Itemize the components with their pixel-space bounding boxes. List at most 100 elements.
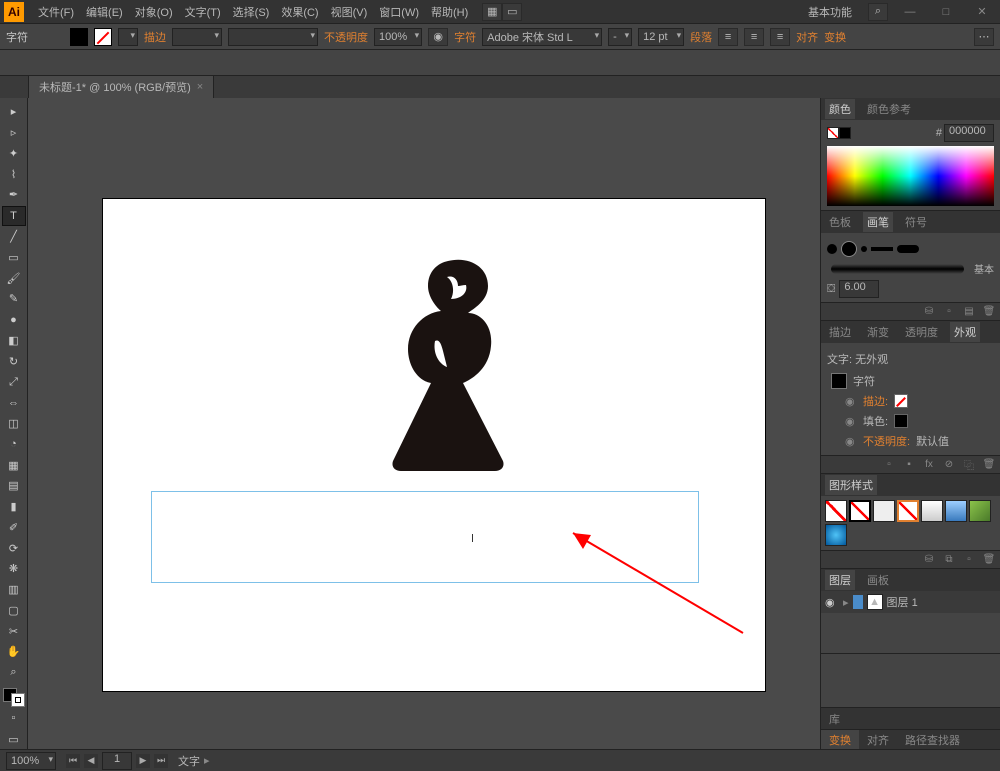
- eyedropper-tool[interactable]: ✐: [2, 518, 26, 538]
- paintbrush-tool[interactable]: 🖌: [2, 268, 26, 288]
- brush-line[interactable]: [871, 247, 893, 251]
- brush-list[interactable]: [827, 237, 994, 261]
- menu-help[interactable]: 帮助(H): [425, 4, 474, 20]
- pencil-tool[interactable]: ✎: [2, 289, 26, 309]
- symbol-sprayer-tool[interactable]: ❋: [2, 559, 26, 579]
- direct-selection-tool[interactable]: ▹: [2, 123, 26, 143]
- next-artboard-icon[interactable]: ▶: [136, 754, 150, 768]
- gs-trash-icon[interactable]: 🗑: [982, 553, 996, 567]
- free-transform-tool[interactable]: ◫: [2, 414, 26, 434]
- fill-stroke-control[interactable]: [3, 688, 25, 708]
- font-family-dropdown[interactable]: Adobe 宋体 Std L: [482, 28, 602, 46]
- brush-preview[interactable]: [831, 264, 964, 274]
- panel-options-icon[interactable]: ▤: [962, 305, 976, 319]
- workspace-switcher[interactable]: 基本功能: [800, 4, 860, 20]
- graph-tool[interactable]: ▥: [2, 580, 26, 600]
- trash-icon[interactable]: 🗑: [982, 458, 996, 472]
- brush-size-input[interactable]: 6.00: [839, 280, 879, 298]
- style-8[interactable]: [825, 524, 847, 546]
- status-dropdown-icon[interactable]: ▸: [204, 754, 210, 767]
- appearance-stroke-link[interactable]: 描边:: [863, 393, 888, 409]
- panel-new-icon[interactable]: ▫: [942, 305, 956, 319]
- color-tab[interactable]: 颜色: [825, 99, 855, 119]
- add-fill-icon[interactable]: ▪: [902, 458, 916, 472]
- opacity-label[interactable]: 不透明度: [324, 29, 368, 45]
- symbols-tab[interactable]: 符号: [901, 212, 931, 232]
- artboards-tab[interactable]: 画板: [863, 570, 893, 590]
- window-maximize-icon[interactable]: □: [932, 4, 960, 20]
- menu-effect[interactable]: 效果(C): [275, 4, 324, 20]
- appearance-subtab[interactable]: 外观: [950, 322, 980, 342]
- mesh-tool[interactable]: ▤: [2, 476, 26, 496]
- character-panel-link[interactable]: 字符: [6, 29, 28, 45]
- stroke-weight-dropdown[interactable]: [172, 28, 222, 46]
- menu-object[interactable]: 对象(O): [129, 4, 179, 20]
- slice-tool[interactable]: ✂: [2, 621, 26, 641]
- style-4[interactable]: [897, 500, 919, 522]
- align-center-icon[interactable]: ≡: [744, 28, 764, 46]
- brush-oval[interactable]: [897, 245, 919, 253]
- appearance-fill-swatch[interactable]: [894, 414, 908, 428]
- color-spectrum[interactable]: [827, 146, 994, 206]
- style-3[interactable]: [873, 500, 895, 522]
- pen-tool[interactable]: ✒: [2, 185, 26, 205]
- brush-medium-dot[interactable]: [841, 241, 857, 257]
- menu-select[interactable]: 选择(S): [227, 4, 276, 20]
- window-close-icon[interactable]: ✕: [968, 4, 996, 20]
- opacity-value[interactable]: 100%: [374, 28, 422, 46]
- blob-brush-tool[interactable]: ●: [2, 310, 26, 330]
- menu-file[interactable]: 文件(F): [32, 4, 80, 20]
- panel-lib-icon[interactable]: ⛁: [922, 305, 936, 319]
- layer-visibility-icon[interactable]: ◉: [825, 596, 839, 609]
- align-tab[interactable]: 对齐: [859, 730, 897, 750]
- brush-def-dropdown[interactable]: [228, 28, 318, 46]
- font-size-dropdown[interactable]: 12 pt: [638, 28, 684, 46]
- layer-expand-icon[interactable]: ▸: [843, 596, 849, 609]
- menu-type[interactable]: 文字(T): [179, 4, 227, 20]
- layer-name[interactable]: 图层 1: [887, 594, 918, 610]
- fill-swatch[interactable]: [70, 28, 88, 46]
- pathfinder-tab[interactable]: 路径查找器: [897, 730, 968, 750]
- style-5[interactable]: [921, 500, 943, 522]
- style-6[interactable]: [945, 500, 967, 522]
- hex-input[interactable]: 000000: [944, 124, 994, 142]
- draw-mode-icon[interactable]: ▫: [2, 708, 26, 728]
- menu-edit[interactable]: 编辑(E): [80, 4, 129, 20]
- add-effect-icon[interactable]: fx: [922, 458, 936, 472]
- rotate-tool[interactable]: ↻: [2, 351, 26, 371]
- style-2[interactable]: [849, 500, 871, 522]
- appearance-opacity-link[interactable]: 不透明度:: [863, 433, 910, 449]
- stroke-label[interactable]: 描边: [144, 29, 166, 45]
- transform-tab[interactable]: 变换: [821, 730, 859, 750]
- duplicate-icon[interactable]: ⿻: [962, 458, 976, 472]
- brushes-tab[interactable]: 画笔: [863, 212, 893, 232]
- panel-trash-icon[interactable]: 🗑: [982, 305, 996, 319]
- char-panel-link-2[interactable]: 字符: [454, 29, 476, 45]
- transform-label[interactable]: 变换: [824, 29, 846, 45]
- add-stroke-icon[interactable]: ▫: [882, 458, 896, 472]
- width-tool[interactable]: ⇔: [2, 393, 26, 413]
- scale-tool[interactable]: ⤢: [2, 372, 26, 392]
- align-left-icon[interactable]: ≡: [718, 28, 738, 46]
- prev-artboard-icon[interactable]: ◀: [84, 754, 98, 768]
- clear-appearance-icon[interactable]: ⊘: [942, 458, 956, 472]
- artboard-number-input[interactable]: 1: [102, 752, 132, 770]
- visibility-toggle-stroke[interactable]: ◉: [845, 395, 857, 408]
- layer-row-1[interactable]: ◉ ▸ ▲ 图层 1: [821, 591, 1000, 613]
- hand-tool[interactable]: ✋: [2, 642, 26, 662]
- selection-tool[interactable]: ▸: [2, 102, 26, 122]
- line-tool[interactable]: ╱: [2, 227, 26, 247]
- paragraph-label[interactable]: 段落: [690, 29, 712, 45]
- arrange-docs-icon[interactable]: ▭: [502, 3, 522, 21]
- blend-tool[interactable]: ⟳: [2, 538, 26, 558]
- document-tab[interactable]: 未标题-1* @ 100% (RGB/预览) ×: [28, 75, 214, 98]
- stroke-swatch[interactable]: [94, 28, 112, 46]
- visibility-toggle-fill[interactable]: ◉: [845, 415, 857, 428]
- visibility-toggle-opacity[interactable]: ◉: [845, 435, 857, 448]
- close-tab-icon[interactable]: ×: [197, 81, 203, 93]
- perspective-tool[interactable]: ▦: [2, 455, 26, 475]
- search-icon[interactable]: ⌕: [868, 3, 888, 21]
- menu-window[interactable]: 窗口(W): [373, 4, 425, 20]
- style-default[interactable]: [825, 500, 847, 522]
- rectangle-tool[interactable]: ▭: [2, 248, 26, 268]
